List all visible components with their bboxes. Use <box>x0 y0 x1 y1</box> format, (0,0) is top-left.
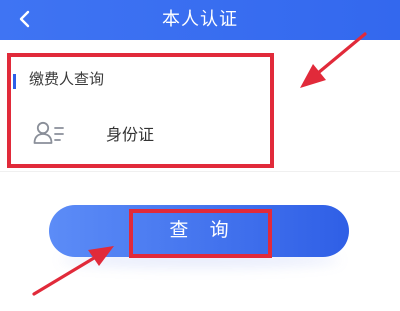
nav-header: 本人认证 <box>0 0 400 40</box>
query-card: 缴费人查询 身份证 <box>0 40 400 172</box>
id-card-label: 身份证 <box>106 125 155 144</box>
id-card-icon <box>33 121 64 144</box>
query-button-label: 查 询 <box>169 220 237 241</box>
auth-page: 本人认证 缴费人查询 身份证 查 询 <box>0 0 400 311</box>
page-title: 本人认证 <box>162 9 238 30</box>
section-title: 缴费人查询 <box>29 70 105 88</box>
id-card-option[interactable]: 身份证 <box>0 110 400 160</box>
section-accent-bar <box>13 74 16 89</box>
query-button[interactable]: 查 询 <box>49 205 349 257</box>
